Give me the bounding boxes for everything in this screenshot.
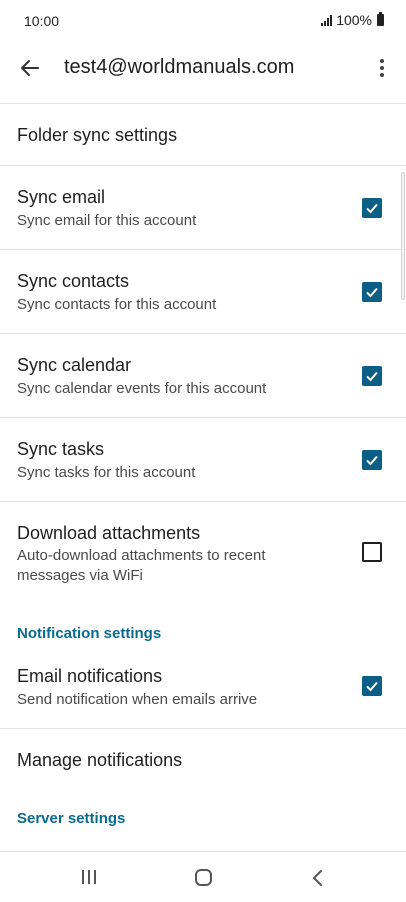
sync-calendar-title: Sync calendar — [17, 355, 132, 375]
email-notifications-checkbox[interactable] — [362, 676, 382, 696]
download-attachments-row[interactable]: Download attachments Auto-download attac… — [0, 502, 406, 602]
check-icon — [366, 203, 378, 214]
server-settings-header: Server settings — [17, 810, 126, 827]
recents-icon-bar — [88, 870, 90, 884]
sync-contacts-row[interactable]: Sync contacts Sync contacts for this acc… — [0, 250, 406, 333]
email-notifications-title: Email notifications — [17, 666, 163, 686]
notification-settings-header: Notification settings — [17, 625, 162, 642]
recents-icon — [82, 870, 84, 884]
sync-contacts-checkbox[interactable] — [362, 282, 382, 302]
sync-contacts-subtitle: Sync contacts for this account — [17, 296, 217, 313]
status-indicators: 100% — [321, 12, 384, 28]
page-title: test4@worldmanuals.com — [64, 56, 295, 78]
sync-calendar-checkbox[interactable] — [362, 366, 382, 386]
status-bar: 10:00 100% — [0, 0, 406, 44]
check-icon — [366, 371, 378, 382]
more-vert-icon — [380, 59, 384, 63]
more-vert-dot — [380, 73, 384, 77]
home-button[interactable] — [195, 869, 212, 886]
signal-icon — [321, 14, 333, 26]
chevron-left-icon — [313, 870, 322, 886]
sync-calendar-row[interactable]: Sync calendar Sync calendar events for t… — [0, 334, 406, 417]
more-options-button[interactable] — [370, 54, 394, 82]
sync-email-checkbox[interactable] — [362, 198, 382, 218]
navigation-bar — [0, 852, 406, 902]
back-button[interactable] — [14, 52, 46, 84]
arrow-left-icon — [21, 60, 39, 76]
download-attachments-subtitle: Auto-download attachments to recent mess… — [17, 547, 266, 584]
battery-icon — [377, 12, 384, 26]
email-notifications-subtitle: Send notification when emails arrive — [17, 691, 258, 708]
check-icon — [366, 287, 378, 298]
app-bar: test4@worldmanuals.com — [0, 44, 406, 104]
sync-email-subtitle: Sync email for this account — [17, 212, 197, 229]
scrollbar[interactable] — [401, 172, 405, 300]
sync-tasks-row[interactable]: Sync tasks Sync tasks for this account — [0, 418, 406, 501]
check-icon — [366, 681, 378, 692]
sync-email-title: Sync email — [17, 187, 106, 207]
download-attachments-checkbox[interactable] — [362, 542, 382, 562]
manage-notifications-row[interactable]: Manage notifications — [0, 729, 406, 791]
sync-tasks-title: Sync tasks — [17, 439, 105, 459]
sync-email-row[interactable]: Sync email Sync email for this account — [0, 166, 406, 249]
status-time: 10:00 — [24, 13, 60, 29]
recents-button[interactable] — [82, 870, 96, 884]
divider — [0, 103, 406, 104]
manage-notifications-title: Manage notifications — [17, 750, 183, 770]
download-attachments-title: Download attachments — [17, 523, 201, 543]
battery-percent: 100% — [336, 12, 372, 28]
more-vert-dot — [380, 66, 384, 70]
sync-calendar-subtitle: Sync calendar events for this account — [17, 380, 267, 397]
sync-tasks-checkbox[interactable] — [362, 450, 382, 470]
folder-sync-title: Folder sync settings — [17, 125, 178, 145]
email-notifications-row[interactable]: Email notifications Send notification wh… — [0, 645, 406, 728]
sync-tasks-subtitle: Sync tasks for this account — [17, 464, 196, 481]
recents-icon-bar — [94, 870, 96, 884]
sync-contacts-title: Sync contacts — [17, 271, 130, 291]
check-icon — [366, 455, 378, 466]
nav-back-button[interactable] — [310, 868, 326, 893]
